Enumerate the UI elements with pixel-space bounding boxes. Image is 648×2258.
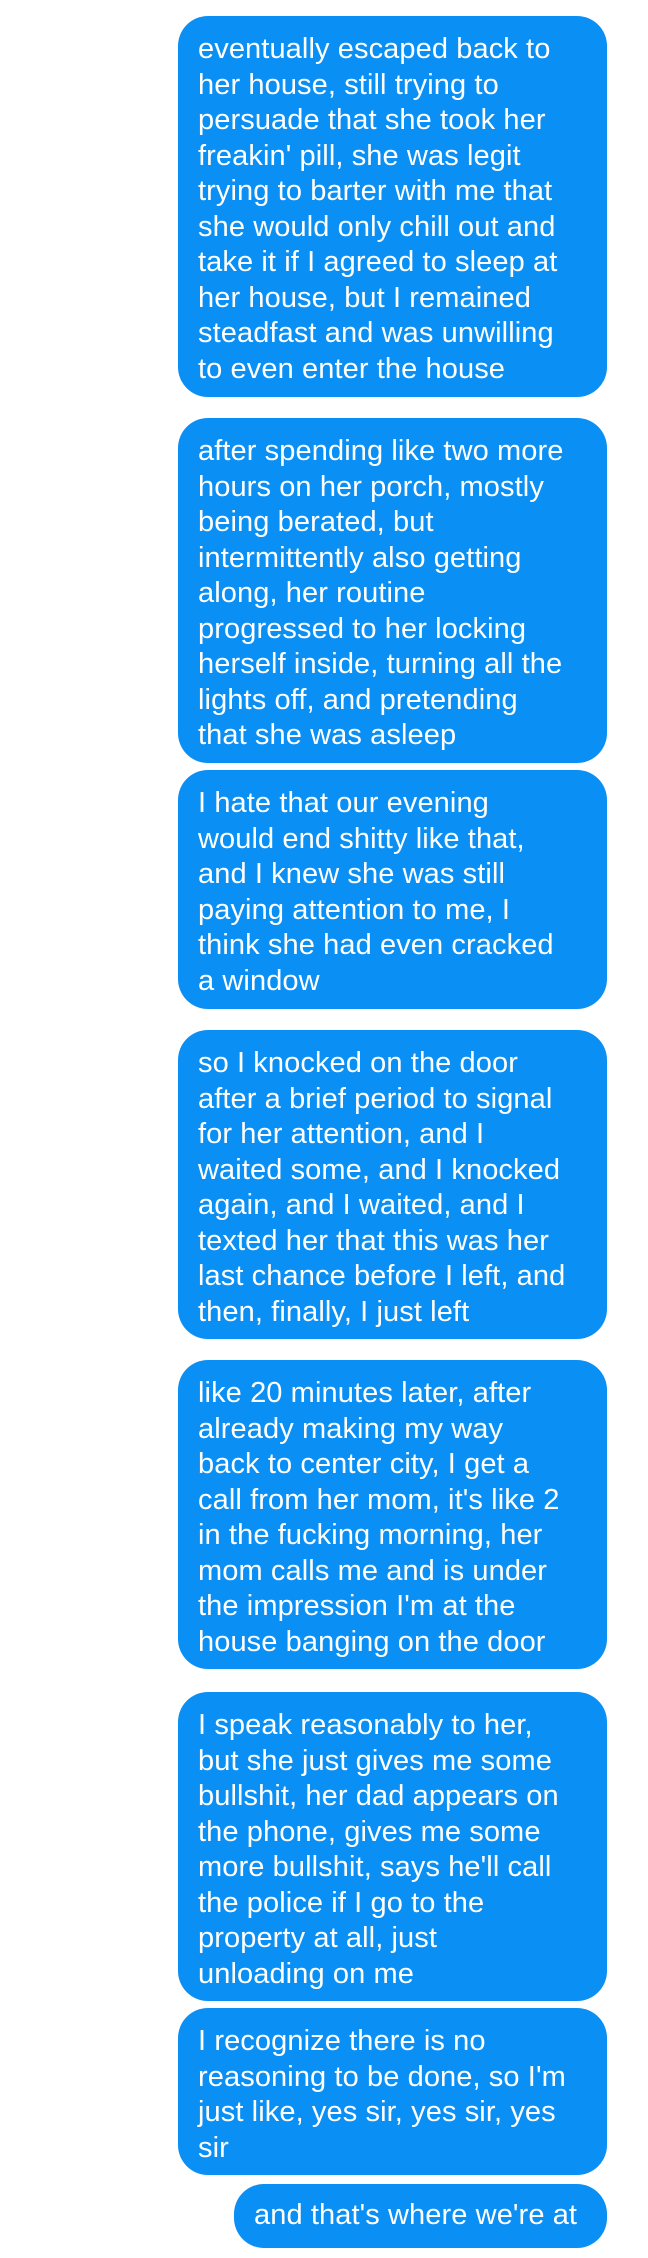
message-thread: eventually escaped back to her house, st… (0, 0, 648, 2258)
message-bubble-sent[interactable]: I speak reasonably to her, but she just … (178, 1692, 607, 2001)
message-bubble-sent[interactable]: after spending like two more hours on he… (178, 418, 607, 763)
message-bubble-sent[interactable]: eventually escaped back to her house, st… (178, 16, 607, 397)
message-bubble-sent[interactable]: and that's where we're at (234, 2184, 607, 2248)
message-bubble-sent[interactable]: like 20 minutes later, after already mak… (178, 1360, 607, 1669)
message-bubble-sent[interactable]: I recognize there is no reasoning to be … (178, 2008, 607, 2175)
message-bubble-sent[interactable]: so I knocked on the door after a brief p… (178, 1030, 607, 1339)
message-bubble-sent[interactable]: I hate that our evening would end shitty… (178, 770, 607, 1009)
